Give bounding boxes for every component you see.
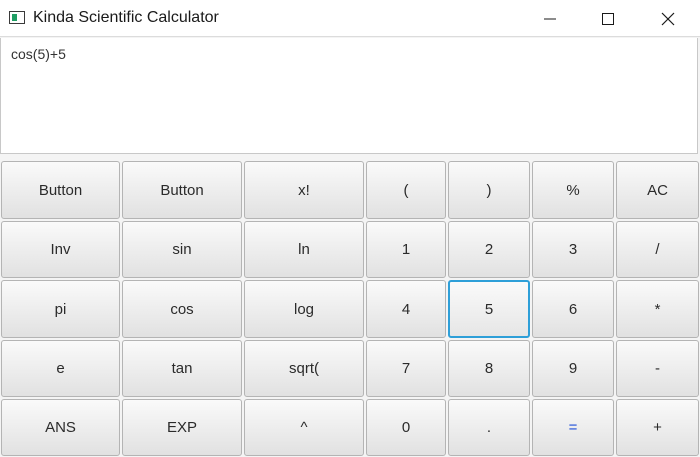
decimal-point-key[interactable]: . (448, 399, 530, 456)
8-key[interactable]: 8 (448, 340, 530, 397)
close-button[interactable] (640, 0, 696, 37)
maximize-icon (602, 12, 614, 25)
ln-key[interactable]: ln (244, 221, 364, 278)
equals-key[interactable]: = (532, 399, 614, 456)
6-key[interactable]: 6 (532, 280, 614, 338)
tan-key[interactable]: tan (122, 340, 242, 397)
pi-key[interactable]: pi (1, 280, 120, 338)
percent-key[interactable]: % (532, 161, 614, 219)
3-key[interactable]: 3 (532, 221, 614, 278)
button-0-0-key[interactable]: Button (1, 161, 120, 219)
5-key[interactable]: 5 (448, 280, 530, 338)
minimize-button[interactable] (522, 0, 578, 37)
inv-key[interactable]: Inv (1, 221, 120, 278)
close-icon (661, 12, 675, 25)
ans-key[interactable]: ANS (1, 399, 120, 456)
all-clear-key[interactable]: AC (616, 161, 699, 219)
log-key[interactable]: log (244, 280, 364, 338)
0-key[interactable]: 0 (366, 399, 446, 456)
close-paren-key[interactable]: ) (448, 161, 530, 219)
title-bar: Kinda Scientific Calculator (0, 0, 700, 37)
sqrt-key[interactable]: sqrt( (244, 340, 364, 397)
minus-key[interactable]: - (616, 340, 699, 397)
app-window-icon (9, 11, 25, 24)
plus-key[interactable]: + (616, 399, 699, 456)
2-key[interactable]: 2 (448, 221, 530, 278)
sin-key[interactable]: sin (122, 221, 242, 278)
expression-text: cos(5)+5 (11, 46, 66, 62)
4-key[interactable]: 4 (366, 280, 446, 338)
exp-key[interactable]: EXP (122, 399, 242, 456)
cos-key[interactable]: cos (122, 280, 242, 338)
7-key[interactable]: 7 (366, 340, 446, 397)
maximize-button[interactable] (580, 0, 636, 37)
multiply-key[interactable]: * (616, 280, 699, 338)
e-key[interactable]: e (1, 340, 120, 397)
divide-key[interactable]: / (616, 221, 699, 278)
open-paren-key[interactable]: ( (366, 161, 446, 219)
window-title: Kinda Scientific Calculator (33, 9, 219, 26)
power-key[interactable]: ^ (244, 399, 364, 456)
expression-display[interactable]: cos(5)+5 (0, 38, 698, 154)
factorial-key[interactable]: x! (244, 161, 364, 219)
1-key[interactable]: 1 (366, 221, 446, 278)
keypad: Button Button x!()% AC Inv sin ln 1 2 3/pi cos log 4… (0, 160, 700, 457)
button-0-1-key[interactable]: Button (122, 161, 242, 219)
9-key[interactable]: 9 (532, 340, 614, 397)
minimize-icon (544, 18, 556, 19)
